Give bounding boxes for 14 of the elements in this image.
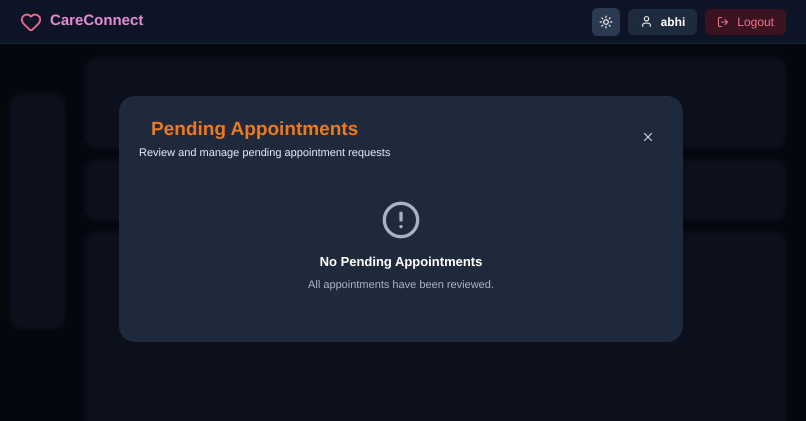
user-button[interactable]: abhi <box>628 8 698 34</box>
close-button[interactable] <box>641 130 655 144</box>
theme-toggle-button[interactable] <box>592 8 620 36</box>
dialog-subtitle: Review and manage pending appointment requests <box>139 146 392 161</box>
logout-button[interactable]: Logout <box>705 8 786 34</box>
logout-icon <box>717 16 730 28</box>
alert-icon <box>381 200 421 240</box>
sun-icon <box>598 14 613 28</box>
heart-icon <box>20 10 42 32</box>
empty-text: All appointments have been reviewed. <box>308 278 494 293</box>
user-icon <box>640 15 653 28</box>
empty-title: No Pending Appointments <box>320 252 482 271</box>
brand-name: CareConnect <box>50 11 144 32</box>
dialog-title: Pending Appointments <box>151 118 360 142</box>
